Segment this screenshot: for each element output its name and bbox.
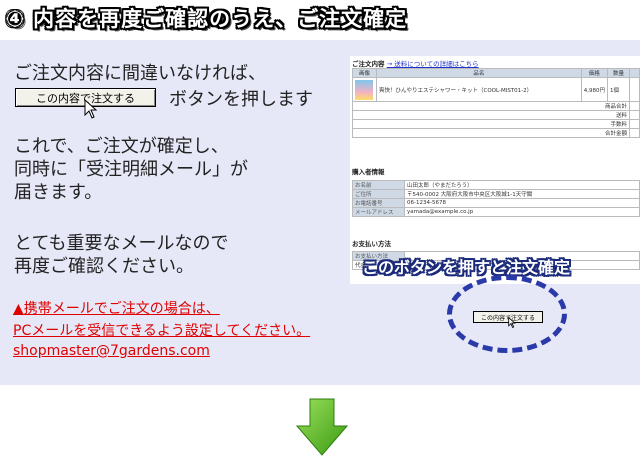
summary-row: 送料 [352, 110, 640, 120]
summary-value [629, 119, 640, 129]
important-paragraph: とても重要なメールなので 再度ご確認ください。 [14, 232, 229, 278]
product-price: 4,980円 [580, 77, 609, 102]
product-thumb [352, 77, 377, 102]
table-row: 爽快！ひんやりエステシャワー・キット（COOL-MIST01-2） 4,980円… [352, 77, 640, 102]
order-section-label: ご注文内容 [352, 60, 385, 68]
buyer-label: ご住所 [352, 189, 405, 199]
table-row: お電話番号 06-1234-5678 [352, 198, 640, 208]
down-arrow-icon [296, 398, 348, 456]
confirmation-line: これで、ご注文が確定し、 [14, 136, 229, 157]
summary-row: 商品合計 [352, 101, 640, 111]
extra-cell [629, 77, 640, 102]
shipping-info-link[interactable]: → 送料についての詳細はこちら [387, 60, 479, 68]
important-line: とても重要なメールなので [14, 233, 229, 254]
table-row: お名前 山田太郎（やまだたろう） [352, 180, 640, 190]
button-suffix-text: ボタンを押します [169, 89, 313, 110]
buyer-table: お名前 山田太郎（やまだたろう） ご住所 〒540-0002 大阪府大阪市中央区大阪… [352, 180, 640, 217]
summary-label: 合計金額 [352, 128, 630, 138]
table-row: メールアドレス yamada@example.co.jp [352, 207, 640, 217]
summary-value [629, 110, 640, 120]
summary-label: 送料 [352, 110, 630, 120]
page: ④ 内容を再度ご確認のうえ、ご注文確定 ご注文内容に間違いなければ、 この内容で… [0, 0, 640, 456]
col-price: 価格 [580, 68, 609, 78]
col-image: 画像 [352, 68, 377, 78]
buyer-value: 〒540-0002 大阪府大阪市中央区大阪城1-1天守閣 [404, 189, 640, 199]
important-line: 再度ご確認ください。 [14, 256, 194, 277]
order-table: 画像 品名 価格 数量 爽快！ひんやりエステシャワー・キット（COOL-MIST… [352, 68, 640, 138]
col-qty: 数量 [607, 68, 630, 78]
payment-section-title: お支払い方法 [352, 240, 391, 248]
summary-value [629, 128, 640, 138]
order-form-screenshot: ご注文内容 → 送料についての詳細はこちら 画像 品名 価格 数量 爽快！ひんや… [350, 56, 640, 284]
col-name: 品名 [376, 68, 582, 78]
col-extra [629, 68, 640, 78]
summary-row: 合計金額 [352, 128, 640, 138]
product-image [355, 79, 373, 100]
confirmation-line: 届きます。 [14, 182, 103, 203]
product-name: 爽快！ひんやりエステシャワー・キット（COOL-MIST01-2） [376, 77, 582, 102]
instruction-line1: ご注文内容に間違いなければ、 [14, 63, 266, 84]
confirmation-paragraph: これで、ご注文が確定し、 同時に「受注明細メール」が 届きます。 [14, 135, 248, 204]
table-row: ご住所 〒540-0002 大阪府大阪市中央区大阪城1-1天守閣 [352, 189, 640, 199]
buyer-label: お電話番号 [352, 198, 405, 208]
summary-value [629, 101, 640, 111]
confirmation-line: 同時に「受注明細メール」が [14, 159, 248, 180]
mobile-warning-line1: ▲携帯メールでご注文の場合は、 [13, 301, 220, 317]
callout-text: このボタンを押すと注文確定 [362, 258, 571, 277]
buyer-label: お名前 [352, 180, 405, 190]
buyer-section-title: 購入者情報 [352, 168, 385, 176]
page-title: ④ 内容を再度ご確認のうえ、ご注文確定 [6, 7, 408, 31]
mobile-warning-line2: PCメールを受信できるよう設定してください。 [13, 323, 311, 339]
table-header-row: 画像 品名 価格 数量 [352, 68, 640, 78]
step-header: ④ 内容を再度ご確認のうえ、ご注文確定 [0, 0, 640, 36]
buyer-value: yamada@example.co.jp [404, 207, 640, 217]
mouse-cursor-icon [508, 317, 516, 328]
mouse-cursor-icon [84, 99, 98, 119]
summary-row: 手数料 [352, 119, 640, 129]
summary-label: 商品合計 [352, 101, 630, 111]
product-qty: 1個 [607, 77, 630, 102]
buyer-label: メールアドレス [352, 207, 405, 217]
buyer-value: 06-1234-5678 [404, 198, 640, 208]
shop-email-link[interactable]: shopmaster@7gardens.com [13, 343, 210, 359]
summary-label: 手数料 [352, 119, 630, 129]
order-section-title: ご注文内容 → 送料についての詳細はこちら [352, 58, 479, 68]
buyer-value: 山田太郎（やまだたろう） [404, 180, 640, 190]
